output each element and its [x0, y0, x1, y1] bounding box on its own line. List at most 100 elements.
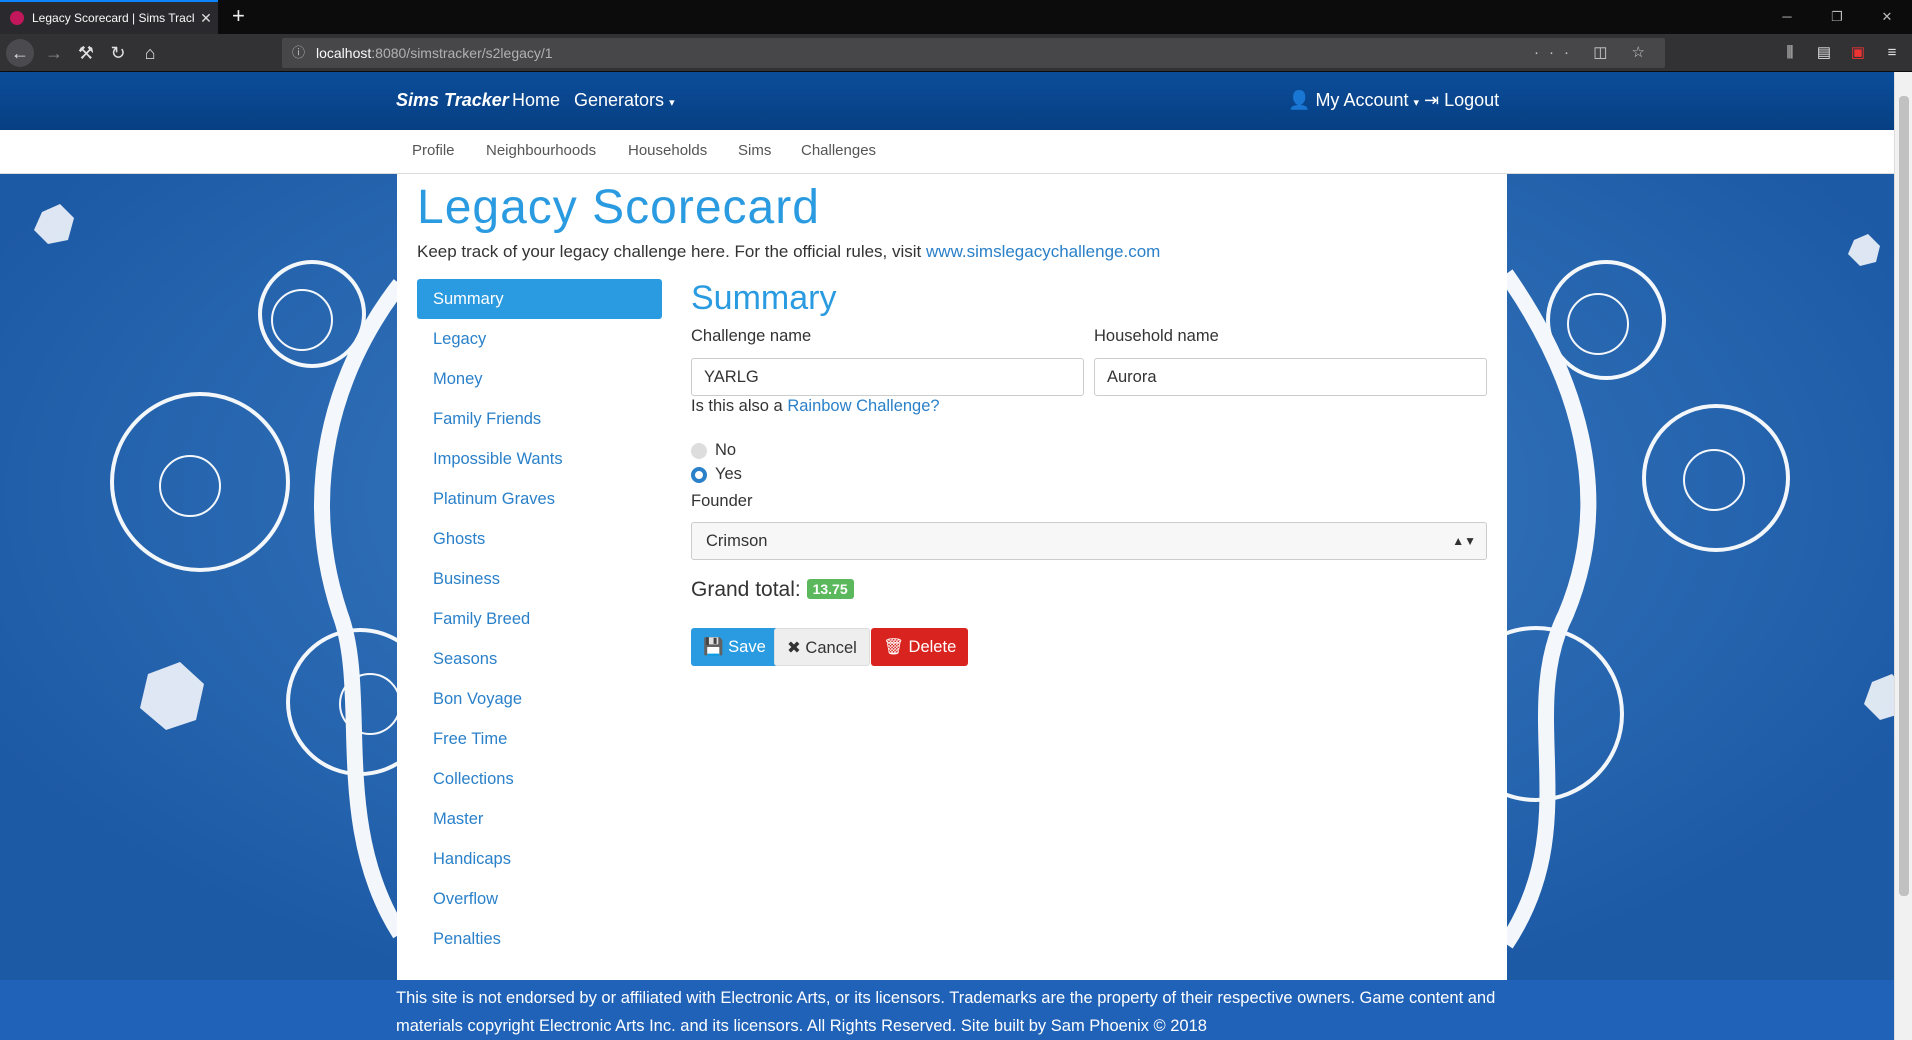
- back-icon[interactable]: ←: [6, 39, 34, 67]
- radio-no[interactable]: [691, 443, 707, 459]
- subnav-sims[interactable]: Sims: [738, 142, 771, 159]
- grand-total-label: Grand total:: [691, 578, 801, 601]
- wrench-icon[interactable]: ⚒: [72, 39, 100, 67]
- user-icon: 👤: [1288, 90, 1311, 110]
- sidebar-icon[interactable]: ▤: [1810, 38, 1838, 68]
- save-icon: 💾: [703, 638, 724, 656]
- nav-my-account[interactable]: 👤 My Account ▾: [1288, 90, 1419, 111]
- delete-label: Delete: [908, 638, 957, 656]
- nav-logout-label: Logout: [1444, 90, 1500, 110]
- favicon-icon: [10, 11, 24, 25]
- browser-tab[interactable]: Legacy Scorecard | Sims Tracke ✕: [0, 0, 218, 34]
- menu-icon[interactable]: ≡: [1878, 38, 1906, 68]
- grand-total-badge: 13.75: [806, 579, 854, 599]
- sidebar-item-family-friends[interactable]: Family Friends: [417, 399, 662, 439]
- scorecard-sidebar: Summary Legacy Money Family Friends Impo…: [417, 279, 662, 959]
- subnav-profile[interactable]: Profile: [412, 142, 455, 159]
- reload-icon[interactable]: ↻: [104, 39, 132, 67]
- trash-icon: 🗑: [883, 638, 904, 656]
- minimize-icon[interactable]: ─: [1762, 0, 1812, 34]
- rainbow-prefix: Is this also a: [691, 397, 783, 415]
- sidebar-item-money[interactable]: Money: [417, 359, 662, 399]
- new-tab-icon[interactable]: +: [232, 4, 245, 28]
- browser-toolbar: ← → ⚒ ↻ ⌂ ⓘ localhost:8080/simstracker/s…: [0, 34, 1912, 72]
- brand-logo[interactable]: Sims Tracker: [396, 90, 509, 111]
- founder-select[interactable]: Crimson ▲▼: [691, 522, 1487, 560]
- grand-total: Grand total: 13.75: [691, 578, 854, 602]
- toolbar-right: ⫼ ▤ ▣ ≡: [1776, 38, 1906, 68]
- logout-icon: ⇥: [1424, 90, 1440, 110]
- radio-yes[interactable]: [691, 467, 707, 483]
- sidebar-item-impossible-wants[interactable]: Impossible Wants: [417, 439, 662, 479]
- page-actions-icon[interactable]: ··· ◫ ☆: [1534, 38, 1655, 68]
- intro-text: Keep track of your legacy challenge here…: [417, 242, 1160, 262]
- swirl-left-icon: [34, 204, 400, 939]
- swirl-right-icon: [1506, 234, 1894, 949]
- nav-generators[interactable]: Generators ▾: [574, 90, 675, 111]
- scrollbar-thumb[interactable]: [1899, 96, 1909, 896]
- site-navbar: Sims Tracker Home Generators ▾ 👤 My Acco…: [0, 72, 1894, 130]
- url-bar[interactable]: ⓘ localhost:8080/simstracker/s2legacy/1 …: [282, 38, 1665, 68]
- rainbow-question: Is this also a Rainbow Challenge?: [691, 397, 940, 416]
- nav-home[interactable]: Home: [512, 90, 560, 111]
- sidebar-item-collections[interactable]: Collections: [417, 759, 662, 799]
- sidebar-item-summary[interactable]: Summary: [417, 279, 662, 319]
- sidebar-item-legacy[interactable]: Legacy: [417, 319, 662, 359]
- sub-navbar: Profile Neighbourhoods Households Sims C…: [0, 130, 1894, 174]
- forward-icon[interactable]: →: [40, 39, 68, 67]
- cancel-button[interactable]: ✖ Cancel: [774, 628, 870, 666]
- cancel-icon: ✖: [787, 639, 801, 657]
- intro-label: Keep track of your legacy challenge here…: [417, 242, 922, 261]
- caret-down-icon: ▾: [1413, 97, 1420, 109]
- sidebar-item-master[interactable]: Master: [417, 799, 662, 839]
- rainbow-challenge-link[interactable]: Rainbow Challenge?: [787, 397, 939, 415]
- sidebar-item-ghosts[interactable]: Ghosts: [417, 519, 662, 559]
- page-title: Legacy Scorecard: [417, 181, 820, 234]
- pdf-icon[interactable]: ▣: [1844, 38, 1872, 68]
- delete-button[interactable]: 🗑 Delete: [871, 628, 969, 666]
- subnav-neighbourhoods[interactable]: Neighbourhoods: [486, 142, 596, 159]
- home-icon[interactable]: ⌂: [136, 39, 164, 67]
- close-tab-icon[interactable]: ✕: [194, 10, 218, 27]
- browser-tab-bar: Legacy Scorecard | Sims Tracke ✕ + ─ ❐ ✕: [0, 0, 1912, 34]
- founder-label: Founder: [691, 492, 753, 510]
- radio-no-label: No: [715, 441, 737, 459]
- household-name-label: Household name: [1094, 327, 1219, 345]
- sidebar-item-seasons[interactable]: Seasons: [417, 639, 662, 679]
- content-panel: Legacy Scorecard Keep track of your lega…: [397, 174, 1507, 980]
- sidebar-item-bon-voyage[interactable]: Bon Voyage: [417, 679, 662, 719]
- sidebar-item-overflow[interactable]: Overflow: [417, 879, 662, 919]
- sidebar-item-family-breed[interactable]: Family Breed: [417, 599, 662, 639]
- cancel-label: Cancel: [805, 639, 857, 657]
- caret-down-icon: ▾: [669, 97, 675, 109]
- challenge-name-input[interactable]: YARLG: [691, 358, 1084, 396]
- radio-yes-label: Yes: [715, 465, 742, 483]
- save-label: Save: [728, 638, 766, 656]
- site-footer: This site is not endorsed by or affiliat…: [0, 980, 1894, 1040]
- sidebar-item-platinum-graves[interactable]: Platinum Graves: [417, 479, 662, 519]
- info-icon[interactable]: ⓘ: [292, 38, 305, 68]
- save-button[interactable]: 💾 Save: [691, 628, 778, 666]
- window-controls: ─ ❐ ✕: [1762, 0, 1912, 34]
- library-icon[interactable]: ⫼: [1776, 38, 1804, 68]
- nav-logout[interactable]: ⇥ Logout: [1424, 90, 1499, 111]
- sidebar-item-free-time[interactable]: Free Time: [417, 719, 662, 759]
- select-caret-icon: ▲▼: [1452, 534, 1476, 548]
- sidebar-item-handicaps[interactable]: Handicaps: [417, 839, 662, 879]
- footer-text: This site is not endorsed by or affiliat…: [396, 989, 1496, 1035]
- founder-select-value: Crimson: [706, 532, 768, 550]
- page-scrollbar[interactable]: [1894, 72, 1912, 1040]
- restore-icon[interactable]: ❐: [1812, 0, 1862, 34]
- subnav-challenges[interactable]: Challenges: [801, 142, 876, 159]
- sidebar-item-business[interactable]: Business: [417, 559, 662, 599]
- nav-my-account-label: My Account: [1315, 90, 1409, 110]
- rules-link[interactable]: www.simslegacychallenge.com: [926, 242, 1160, 261]
- close-window-icon[interactable]: ✕: [1862, 0, 1912, 34]
- sidebar-item-penalties[interactable]: Penalties: [417, 919, 662, 959]
- tab-title: Legacy Scorecard | Sims Tracke: [32, 11, 194, 25]
- nav-generators-label: Generators: [574, 90, 665, 110]
- subnav-households[interactable]: Households: [628, 142, 707, 159]
- household-name-input[interactable]: Aurora: [1094, 358, 1487, 396]
- url-path: :8080/simstracker/s2legacy/1: [371, 45, 553, 61]
- url-host: localhost: [316, 45, 372, 61]
